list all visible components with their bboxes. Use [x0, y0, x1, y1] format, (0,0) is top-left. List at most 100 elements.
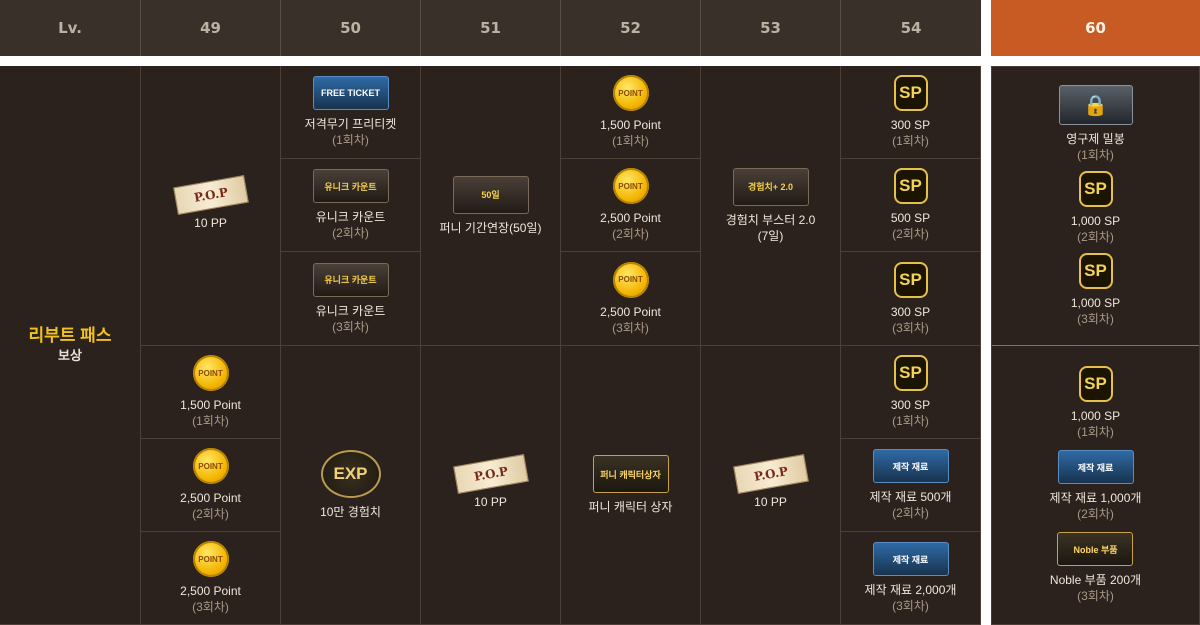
material-icon: 제작 재료: [872, 449, 949, 483]
level-label: 50: [340, 19, 361, 37]
reward-name: 영구제 밀봉: [1066, 132, 1125, 146]
reward-count: (3회차): [612, 320, 649, 335]
reward-name: 2,500 Point: [600, 304, 661, 319]
reward-name: 2,500 Point: [180, 491, 241, 505]
reward-count: (2회차): [192, 507, 229, 521]
material-icon: 제작 재료: [1057, 450, 1134, 484]
reward-cell[interactable]: P.O.P 10 PP: [701, 346, 841, 625]
reward-name: 300 SP: [890, 304, 931, 319]
reward-count: (2회차): [892, 227, 929, 241]
reward-item[interactable]: Noble 부품 Noble 부품 200개 (3회차): [1050, 532, 1141, 604]
header-lv: Lv.: [0, 0, 141, 56]
reward-name: 10만 경험치: [320, 505, 381, 519]
point-coin-icon: POINT: [192, 541, 229, 577]
reward-item[interactable]: SP 1,000 SP (3회차): [1071, 253, 1120, 327]
reward-cell[interactable]: 유니크 카운트 유니크 카운트 (2회차): [281, 159, 421, 252]
exp-icon: EXP: [320, 450, 381, 498]
reward-name: 1,500 Point: [600, 118, 661, 132]
reward-count: (3회차): [1077, 312, 1114, 326]
reward-count: (3회차): [192, 600, 229, 614]
level-label: 54: [900, 19, 922, 37]
header-level-52: 52: [561, 0, 701, 56]
reward-count: (1회차): [892, 134, 929, 148]
reward-cell[interactable]: P.O.P 10 PP: [421, 346, 561, 625]
reward-name: 유니크 카운트: [315, 210, 386, 224]
reward-item[interactable]: 🔒 영구제 밀봉 (1회차): [1058, 85, 1133, 163]
reward-name: 제작 재료 1,000개: [1049, 491, 1142, 505]
reward-count: (1회차): [612, 134, 649, 148]
header-level-54: 54: [841, 0, 981, 56]
reward-name: 300 SP: [890, 118, 931, 132]
reward-duration: (7일): [757, 228, 784, 243]
reward-name: 제작 재료 2,000개: [864, 583, 957, 597]
reward-name: 2,500 Point: [180, 584, 241, 598]
sp-icon: SP: [1078, 171, 1113, 207]
reward-count: (1회차): [332, 133, 369, 147]
reward-cell[interactable]: POINT 1,500 Point (1회차): [141, 346, 281, 439]
reward-item[interactable]: SP 1,000 SP (1회차): [1071, 366, 1120, 440]
reward-name: 300 SP: [890, 398, 931, 412]
reward-cell[interactable]: SP 300 SP (1회차): [841, 346, 981, 439]
reward-name: 1,500 Point: [180, 398, 241, 412]
noble-part-icon: Noble 부품: [1057, 532, 1134, 566]
sp-icon: SP: [893, 75, 928, 111]
reward-count: (1회차): [1077, 148, 1114, 162]
reward-name: 500 SP: [890, 211, 931, 225]
reward-cell[interactable]: POINT 2,500 Point (3회차): [561, 252, 701, 346]
reward-cell[interactable]: 유니크 카운트 유니크 카운트 (3회차): [281, 252, 421, 346]
reward-count: (2회차): [1077, 230, 1114, 244]
reward-count: (2회차): [332, 226, 369, 240]
point-coin-icon: POINT: [192, 355, 229, 391]
pp-ticket-icon: P.O.P: [732, 453, 809, 495]
reward-cell[interactable]: 50일 퍼니 기간연장(50일): [421, 66, 561, 346]
reward-cell[interactable]: SP 300 SP (3회차): [841, 252, 981, 346]
level-label: 51: [480, 19, 501, 37]
funny-extension-icon: 50일: [452, 175, 529, 214]
level-label: 52: [620, 19, 641, 37]
reward-cell[interactable]: POINT 2,500 Point (2회차): [561, 159, 701, 252]
sp-icon: SP: [893, 355, 928, 391]
reward-cell[interactable]: FREE TICKET 저격무기 프리티켓 (1회차): [281, 66, 421, 159]
reward-group: 🔒 영구제 밀봉 (1회차) SP 1,000 SP (2회차) SP 1,00…: [992, 67, 1199, 346]
sp-icon: SP: [893, 261, 928, 298]
reward-count: (1회차): [892, 414, 929, 428]
reward-cell[interactable]: 제작 재료 제작 재료 2,000개 (3회차): [841, 532, 981, 625]
reward-name: 1,000 SP: [1070, 296, 1121, 310]
material-icon: 제작 재료: [872, 542, 949, 576]
reward-cell[interactable]: SP 500 SP (2회차): [841, 159, 981, 252]
point-coin-icon: POINT: [192, 448, 229, 484]
reward-cell[interactable]: EXP 10만 경험치: [281, 346, 421, 625]
reward-item[interactable]: SP 1,000 SP (2회차): [1071, 171, 1120, 245]
point-coin-icon: POINT: [612, 75, 649, 111]
exp-booster-icon: 경험치+ 2.0: [732, 167, 809, 206]
reward-count: (1회차): [1077, 425, 1114, 439]
reward-cell[interactable]: 경험치+ 2.0 경험치 부스터 2.0 (7일): [701, 66, 841, 346]
header-level-53: 53: [701, 0, 841, 56]
reward-cell[interactable]: P.O.P 10 PP: [141, 66, 281, 346]
reward-cell[interactable]: POINT 1,500 Point (1회차): [561, 66, 701, 159]
reward-name: 10 PP: [474, 495, 507, 509]
reward-cell[interactable]: 제작 재료 제작 재료 500개 (2회차): [841, 439, 981, 532]
reward-grid: 리부트 패스 보상 P.O.P 10 PP POINT 1,500 Point …: [0, 66, 981, 625]
header-level-51: 51: [421, 0, 561, 56]
reward-count: (3회차): [1077, 589, 1114, 603]
pp-ticket-icon: P.O.P: [452, 453, 529, 495]
reward-name: 제작 재료 500개: [869, 490, 952, 504]
reward-column-60: 🔒 영구제 밀봉 (1회차) SP 1,000 SP (2회차) SP 1,00…: [991, 66, 1200, 625]
unique-count-icon: 유니크 카운트: [312, 169, 389, 203]
header-level-49: 49: [141, 0, 281, 56]
reward-cell[interactable]: POINT 2,500 Point (3회차): [141, 532, 281, 625]
point-coin-icon: POINT: [612, 261, 649, 298]
reward-name: 1,000 SP: [1070, 214, 1121, 228]
header-level-50: 50: [281, 0, 421, 56]
unique-count-icon: 유니크 카운트: [312, 262, 389, 297]
reward-cell[interactable]: 퍼니 캐릭터상자 퍼니 캐릭터 상자: [561, 346, 701, 625]
reward-count: (2회차): [1077, 507, 1114, 521]
reward-name: 유니크 카운트: [315, 303, 386, 318]
reward-cell[interactable]: SP 300 SP (1회차): [841, 66, 981, 159]
reward-name: Noble 부품 200개: [1049, 573, 1142, 587]
reward-cell[interactable]: POINT 2,500 Point (2회차): [141, 439, 281, 532]
reward-item[interactable]: 제작 재료 제작 재료 1,000개 (2회차): [1049, 450, 1142, 522]
funny-character-box-icon: 퍼니 캐릭터상자: [592, 455, 669, 493]
reward-name: 퍼니 기간연장(50일): [439, 220, 542, 235]
